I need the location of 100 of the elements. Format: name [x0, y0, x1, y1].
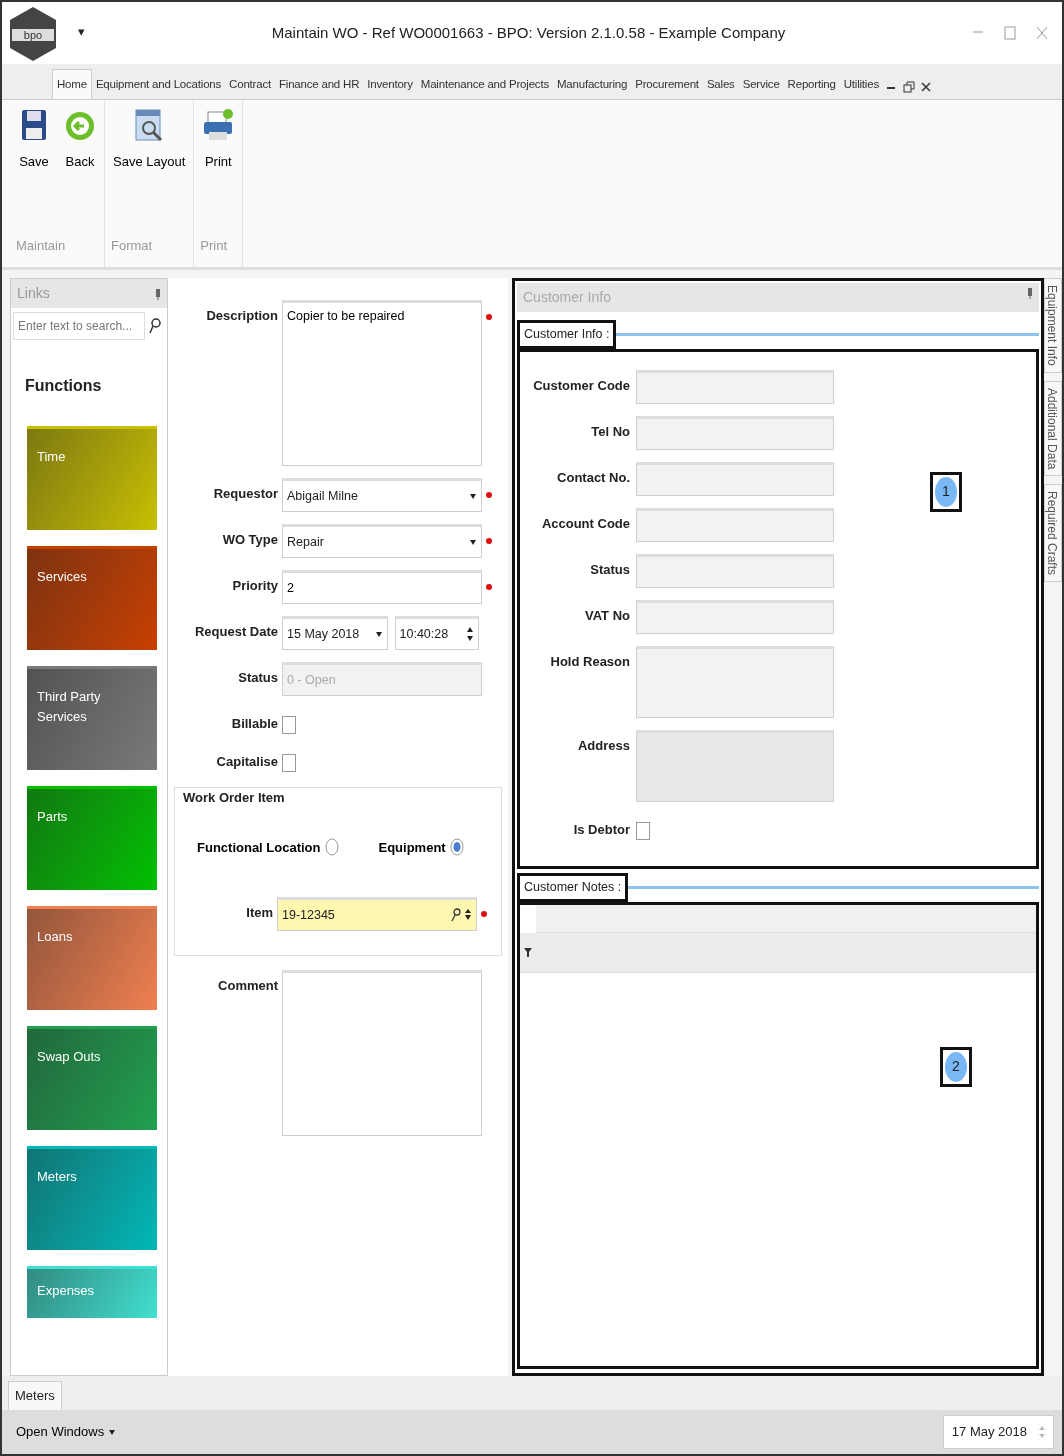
- menu-tab[interactable]: Inventory: [363, 69, 417, 99]
- date-field[interactable]: 17 May 2018: [942, 1415, 1054, 1449]
- field-label: Priority: [231, 577, 278, 595]
- callout-marker: 2: [945, 1051, 967, 1082]
- ribbon-button[interactable]: Back: [60, 108, 100, 226]
- field-label: Requestor: [212, 485, 278, 503]
- dropdown-field[interactable]: Abigail Milne: [282, 478, 482, 512]
- field-label: WO Type: [221, 531, 278, 549]
- function-tile[interactable]: Loans: [27, 906, 157, 1010]
- open-windows-button[interactable]: Open Windows: [10, 1421, 123, 1443]
- close-icon[interactable]: [921, 81, 932, 92]
- spinner-icon: [1039, 1425, 1045, 1439]
- menu-tab[interactable]: Contract: [225, 69, 275, 99]
- spinner-icon: [465, 626, 474, 642]
- group-title: Customer Info :: [517, 320, 617, 349]
- text-field[interactable]: [636, 553, 834, 588]
- menu-tab[interactable]: Maintenance and Projects: [416, 69, 553, 99]
- text-field[interactable]: 2: [282, 570, 482, 604]
- side-tab[interactable]: Equipment Info: [1044, 278, 1062, 373]
- printer-icon: [202, 108, 235, 142]
- ribbon-button[interactable]: Print: [198, 108, 239, 226]
- field-label: Is Debtor: [572, 820, 630, 839]
- field-label: Customer Code: [532, 376, 630, 395]
- quick-access-button[interactable]: ▾: [78, 22, 85, 42]
- field-label: Hold Reason: [549, 652, 630, 671]
- menu-tab[interactable]: Manufacturing: [552, 69, 632, 99]
- search-icon: [450, 908, 461, 922]
- ribbon-group-label: Maintain: [15, 236, 67, 255]
- search-field[interactable]: Enter text to search...: [13, 312, 145, 340]
- side-tab[interactable]: Required Crafts: [1044, 484, 1062, 583]
- dropdown-field[interactable]: Repair: [282, 524, 482, 558]
- ribbon-button[interactable]: Save: [14, 108, 54, 226]
- date-field[interactable]: 15 May 2018: [282, 616, 388, 650]
- group-title: Customer Notes :: [517, 872, 629, 902]
- field-label: Tel No: [590, 422, 630, 441]
- checkbox[interactable]: [636, 821, 650, 840]
- pin-icon[interactable]: [1027, 287, 1033, 299]
- function-tile[interactable]: Third Party Services: [27, 666, 157, 770]
- filter-icon[interactable]: [524, 947, 532, 957]
- field-label: Capitalise: [215, 752, 278, 771]
- caret-icon: [469, 538, 477, 546]
- menu-tab[interactable]: Equipment and Locations: [91, 69, 226, 99]
- field-label: Item: [245, 904, 273, 922]
- text-area[interactable]: [636, 729, 834, 802]
- text-area[interactable]: [636, 645, 834, 718]
- caret-icon: [108, 1428, 117, 1436]
- menu-tab[interactable]: Procurement: [631, 69, 703, 99]
- side-tab[interactable]: Additional Data: [1044, 380, 1062, 477]
- text-field[interactable]: [636, 415, 834, 450]
- checkbox[interactable]: [282, 716, 296, 734]
- lookup-field[interactable]: 19-12345: [277, 897, 477, 931]
- menu-tab[interactable]: Finance and HR: [274, 69, 364, 99]
- function-tile[interactable]: Meters: [27, 1146, 157, 1250]
- radio-option[interactable]: Functional Location: [197, 837, 339, 857]
- function-tile[interactable]: Parts: [27, 786, 157, 890]
- maximize-icon[interactable]: [1004, 26, 1016, 40]
- panel-title: Customer Info: [523, 288, 611, 307]
- bottom-tab[interactable]: Meters: [8, 1380, 62, 1410]
- time-field[interactable]: 10:40:28: [394, 616, 479, 650]
- ribbon-group-label: Print: [199, 236, 228, 255]
- ribbon-group-label: Format: [110, 236, 154, 255]
- section-heading: Functions: [25, 376, 103, 396]
- function-tile[interactable]: Swap Outs: [27, 1026, 157, 1130]
- caret-icon: [469, 492, 477, 500]
- search-icon: [149, 318, 161, 334]
- field-label: Description: [205, 307, 278, 325]
- radio-option[interactable]: Equipment: [378, 837, 464, 857]
- text-field: 0 - Open: [282, 662, 482, 696]
- menu-tab[interactable]: Service: [738, 69, 784, 99]
- callout-marker: 1: [935, 476, 957, 507]
- logo-icon: bpo: [8, 5, 58, 63]
- function-tile[interactable]: Services: [27, 546, 157, 650]
- checkbox[interactable]: [282, 753, 296, 772]
- field-label: Account Code: [540, 514, 630, 533]
- field-label: VAT No: [584, 606, 630, 625]
- text-area[interactable]: Copier to be repaired: [282, 300, 482, 466]
- field-label: Status: [237, 669, 278, 687]
- text-area[interactable]: [282, 970, 482, 1136]
- window-title: Maintain WO - Ref WO0001663 - BPO: Version 2.1.0.58 - Example Company: [270, 22, 787, 43]
- text-field[interactable]: [636, 599, 834, 634]
- menu-tab[interactable]: Sales: [702, 69, 739, 99]
- field-label: Billable: [230, 715, 278, 733]
- field-label: Comment: [217, 977, 278, 995]
- menu-tab[interactable]: Home: [52, 68, 92, 99]
- text-field[interactable]: [636, 461, 834, 496]
- field-label: Contact No.: [556, 468, 630, 487]
- field-label: Request Date: [193, 623, 278, 641]
- field-label: Status: [589, 560, 630, 579]
- text-field[interactable]: [636, 369, 834, 404]
- text-field[interactable]: [636, 507, 834, 542]
- caret-icon: [375, 630, 383, 638]
- function-tile[interactable]: Time: [27, 426, 157, 530]
- pin-icon[interactable]: [155, 287, 161, 300]
- caret-icon: [464, 909, 472, 921]
- menu-tab[interactable]: Reporting: [783, 69, 840, 99]
- field-label: Address: [576, 736, 630, 755]
- menu-tab[interactable]: Utilities: [839, 69, 883, 99]
- panel-title: Links: [17, 284, 50, 303]
- ribbon-button[interactable]: Save Layout: [109, 108, 190, 226]
- restore-icon[interactable]: [902, 80, 915, 93]
